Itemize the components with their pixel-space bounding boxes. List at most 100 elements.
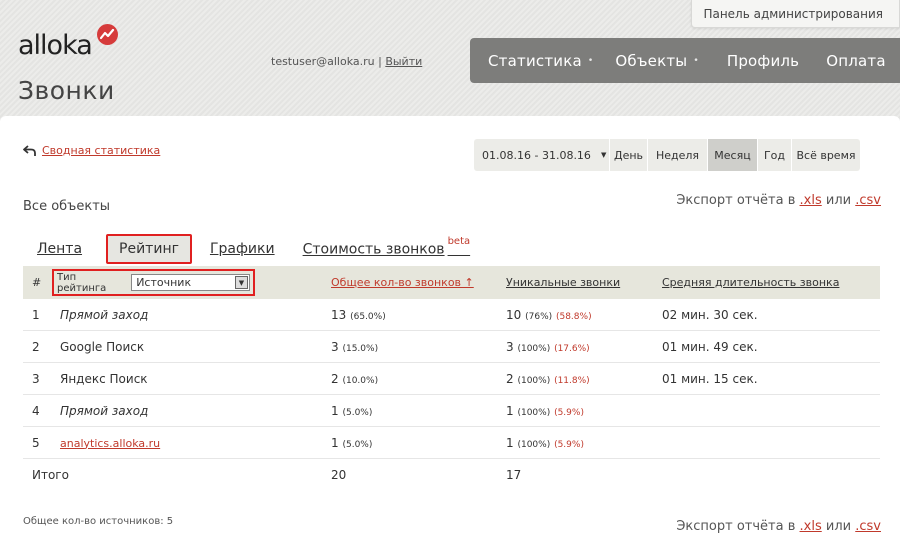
nav-item-objects[interactable]: Объекты •: [593, 38, 698, 83]
export-prefix: Экспорт отчёта в: [676, 193, 796, 208]
export-xls-link[interactable]: .xls: [800, 519, 822, 534]
tab-feed[interactable]: Лента: [37, 241, 82, 257]
tab-charts[interactable]: Графики: [210, 241, 275, 257]
unique-value: 1: [506, 435, 514, 450]
row-unique: 2 (100%) (11.8%): [506, 372, 662, 386]
rating-type-control: Тип рейтинга Источник ▼: [52, 269, 255, 296]
source-link[interactable]: analytics.alloka.ru: [60, 437, 160, 450]
period-day-button[interactable]: День: [609, 139, 647, 171]
unique-pct: (76%): [525, 311, 553, 322]
view-tabs: Лента Рейтинг Графики Стоимость звонковb…: [23, 233, 498, 265]
total-pct: (65.0%): [350, 311, 386, 322]
unique-pct: (100%): [517, 407, 551, 418]
admin-panel-link[interactable]: Панель администрирования: [691, 0, 900, 28]
logo-text: alloka: [18, 30, 93, 61]
logo[interactable]: alloka: [18, 24, 128, 64]
date-range-picker[interactable]: 01.08.16 - 31.08.16 ▼: [474, 139, 609, 171]
unique-pct: (100%): [517, 343, 551, 354]
row-num: 5: [32, 435, 40, 450]
total-value: 1: [331, 435, 339, 450]
nav-item-payment[interactable]: Оплата: [799, 38, 886, 83]
unique-share: (11.8%): [554, 375, 590, 386]
row-total: 13 (65.0%): [331, 308, 506, 322]
unique-value: 10: [506, 307, 522, 322]
totals-unique: 17: [506, 468, 522, 482]
total-value: 2: [331, 371, 339, 386]
caret-down-icon: ▼: [600, 151, 607, 159]
export-xls-link[interactable]: .xls: [800, 193, 822, 208]
row-duration: 01 мин. 49 сек.: [662, 339, 758, 354]
row-unique: 10 (76%) (58.8%): [506, 308, 662, 322]
col-header-total: Общее кол-во звонков ↑: [331, 276, 506, 289]
row-num: 1: [32, 307, 40, 322]
back-link[interactable]: Сводная статистика: [23, 144, 160, 157]
unique-share: (17.6%): [554, 343, 590, 354]
total-value: 1: [331, 403, 339, 418]
nav-item-statistics[interactable]: Статистика •: [470, 38, 593, 83]
row-num: 4: [32, 403, 40, 418]
sort-total-link[interactable]: Общее кол-во звонков ↑: [331, 276, 474, 289]
row-num: 3: [32, 371, 40, 386]
export-or: или: [825, 519, 852, 534]
total-pct: (5.0%): [342, 439, 373, 450]
date-range-value: 01.08.16 - 31.08.16: [482, 148, 591, 162]
total-value: 13: [331, 307, 347, 322]
row-source: analytics.alloka.ru: [54, 436, 331, 450]
summary-stats-link[interactable]: Сводная статистика: [42, 144, 160, 157]
total-pct: (5.0%): [342, 407, 373, 418]
table-row: 4 Прямой заход 1 (5.0%) 1 (100%) (5.9%): [23, 395, 880, 427]
sort-duration-link[interactable]: Средняя длительность звонка: [662, 276, 839, 289]
period-week-button[interactable]: Неделя: [647, 139, 707, 171]
user-email: testuser@alloka.ru: [271, 55, 375, 68]
totals-total: 20: [331, 468, 347, 482]
row-source: Прямой заход: [60, 403, 149, 418]
objects-filter-label: Все объекты: [23, 199, 111, 214]
totals-label: Итого: [32, 468, 69, 482]
unique-pct: (100%): [517, 439, 551, 450]
rating-table: # Тип рейтинга Источник ▼ Общее кол-во з…: [23, 266, 880, 491]
export-csv-link[interactable]: .csv: [855, 193, 881, 208]
unique-pct: (100%): [517, 375, 551, 386]
unique-share: (5.9%): [554, 407, 584, 418]
logout-link[interactable]: Выйти: [385, 55, 422, 68]
row-source: Яндекс Поиск: [60, 371, 148, 386]
period-all-time-button[interactable]: Всё время: [791, 139, 860, 171]
row-duration: 01 мин. 15 сек.: [662, 371, 758, 386]
dropdown-arrow-icon: ▼: [235, 276, 248, 289]
unique-share: (5.9%): [554, 439, 584, 450]
export-or: или: [825, 193, 852, 208]
user-info: testuser@alloka.ru | Выйти: [271, 55, 422, 68]
main-nav: Статистика • Объекты • Профиль Оплата: [470, 38, 900, 83]
col-header-duration: Средняя длительность звонка: [662, 276, 880, 289]
page-title: Звонки: [18, 76, 115, 105]
rating-type-label: Тип рейтинга: [57, 271, 107, 294]
table-row: 1 Прямой заход 13 (65.0%) 10 (76%) (58.8…: [23, 299, 880, 331]
row-total: 1 (5.0%): [331, 404, 506, 418]
sort-unique-link[interactable]: Уникальные звонки: [506, 276, 620, 289]
content-card: Сводная статистика 01.08.16 - 31.08.16 ▼…: [0, 116, 900, 551]
tab-call-cost-label: Стоимость звонков: [302, 241, 445, 258]
nav-item-profile[interactable]: Профиль: [699, 38, 799, 83]
export-prefix: Экспорт отчёта в: [676, 519, 796, 534]
separator: |: [378, 55, 382, 68]
row-total: 3 (15.0%): [331, 340, 506, 354]
back-arrow-icon: [23, 144, 36, 156]
export-bar-top: Экспорт отчёта в .xls или .csv: [676, 193, 881, 208]
row-source: Прямой заход: [60, 307, 149, 322]
nav-label: Статистика: [488, 51, 582, 70]
nav-label: Оплата: [826, 51, 886, 70]
col-header-source: Тип рейтинга Источник ▼: [52, 269, 331, 296]
table-row: 3 Яндекс Поиск 2 (10.0%) 2 (100%) (11.8%…: [23, 363, 880, 395]
table-header: # Тип рейтинга Источник ▼ Общее кол-во з…: [23, 266, 880, 299]
sources-count: Общее кол-во источников: 5: [23, 516, 174, 527]
export-csv-link[interactable]: .csv: [855, 519, 881, 534]
rating-type-select[interactable]: Источник ▼: [131, 274, 250, 291]
table-row: 5 analytics.alloka.ru 1 (5.0%) 1 (100%) …: [23, 427, 880, 459]
unique-value: 1: [506, 403, 514, 418]
period-year-button[interactable]: Год: [757, 139, 791, 171]
tab-call-cost[interactable]: Стоимость звонковbeta: [302, 236, 471, 258]
col-header-unique: Уникальные звонки: [506, 276, 662, 289]
tab-rating[interactable]: Рейтинг: [106, 234, 192, 264]
unique-share: (58.8%): [555, 311, 592, 322]
period-month-button[interactable]: Месяц: [707, 139, 757, 171]
